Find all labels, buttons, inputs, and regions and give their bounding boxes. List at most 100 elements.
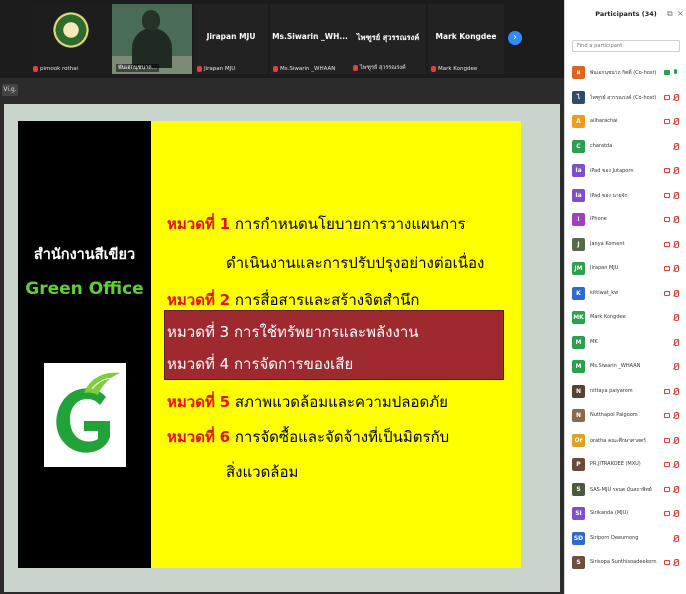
participant-row[interactable]: SD Siriporn Deeumong bbox=[565, 527, 686, 552]
person-head bbox=[142, 10, 160, 30]
participant-row[interactable]: IiPhone bbox=[565, 208, 686, 233]
participant-row[interactable]: Ccharatda bbox=[565, 135, 686, 160]
mic-muted-icon bbox=[672, 436, 679, 445]
avatar: JM bbox=[572, 262, 585, 275]
category-number: 5 bbox=[219, 393, 231, 411]
category-1-continued: ดำเนินงานและการปรับปรุงอย่างต่อเนื่อง bbox=[226, 254, 485, 272]
category-number: 2 bbox=[219, 291, 231, 309]
video-off-icon bbox=[664, 192, 670, 198]
popout-icon[interactable]: ⧉ bbox=[667, 9, 673, 19]
close-icon[interactable]: × bbox=[677, 9, 684, 18]
participant-row[interactable]: ไ ไพฑูรย์ สุวรรณรงค์ (Co-host) bbox=[565, 86, 686, 111]
tile-name: Mark Kongdee bbox=[435, 32, 497, 41]
mic-muted-icon bbox=[672, 338, 679, 347]
tile-caption: Jirapan MJU bbox=[197, 66, 235, 72]
participant-row[interactable]: MK Mark Kongdee bbox=[565, 306, 686, 331]
video-tile[interactable]: ไพฑูรย์ สุวรรณรงค์ ไพฑูรย์ สุวรรณรงค์ bbox=[350, 4, 426, 74]
participant-name: oratha คณะศึกษาศาสตร์ bbox=[590, 437, 646, 444]
category-text: การกำหนดนโยบายการวางแผนการ bbox=[234, 215, 466, 233]
mic-muted-icon bbox=[672, 289, 679, 298]
video-off-icon bbox=[664, 217, 670, 222]
mic-muted-icon bbox=[672, 142, 679, 151]
participant-row[interactable]: JM Jirapan MJU bbox=[565, 257, 686, 282]
category-text: การสื่อสารและสร้างจิตสำนึก bbox=[234, 291, 420, 309]
avatar: M bbox=[572, 335, 585, 349]
participant-row[interactable]: Aaiiharachai bbox=[565, 110, 686, 135]
participant-name: MK bbox=[590, 338, 598, 345]
avatar: C bbox=[572, 139, 585, 153]
mic-muted-icon bbox=[672, 559, 679, 567]
mic-muted-icon bbox=[273, 66, 278, 72]
participant-row[interactable]: S Sirisopa Sunthisoadeekorn bbox=[565, 551, 686, 576]
participant-name: iPad ของ Jutaporn bbox=[590, 168, 634, 174]
participant-row[interactable]: Kkittiwat_kw bbox=[565, 282, 686, 307]
participant-name: aiiharachai bbox=[590, 118, 618, 124]
participant-name: PR.JITRAKOEE (MXU) bbox=[590, 461, 641, 467]
category-text: สภาพแวดล้อมและความปลอดภัย bbox=[234, 393, 448, 411]
participant-name: Jirapan MJU bbox=[590, 265, 619, 271]
video-tile[interactable]: Jirapan MJU Jirapan MJU bbox=[194, 4, 268, 74]
avatar: J bbox=[572, 237, 585, 251]
tile-caption: พันเอกนุชนาถ... bbox=[116, 64, 159, 72]
tile-caption: pimook rothai bbox=[33, 66, 78, 72]
avatar: Or bbox=[572, 433, 585, 447]
video-tile[interactable]: Ms.Siwarin _WH... Ms.Siwarin _WHAAN bbox=[270, 4, 350, 74]
view-options-button[interactable]: Vi.g. bbox=[2, 84, 18, 96]
mic-muted-icon bbox=[672, 363, 679, 371]
participant-name: Mark Kongdee bbox=[590, 314, 626, 320]
participant-row[interactable]: S SAS-MJU รจนต มั่นสถาพิทย์ bbox=[565, 478, 686, 503]
participant-name: Sirisopa Sunthisoadeekorn bbox=[590, 559, 657, 565]
tile-caption: Ms.Siwarin _WHAAN bbox=[273, 66, 335, 72]
video-off-icon bbox=[664, 486, 670, 492]
mic-muted-icon bbox=[672, 216, 679, 224]
avatar: ไ bbox=[572, 90, 585, 104]
participant-row[interactable]: N Nutthapol Palgoom bbox=[565, 404, 686, 429]
mic-on-icon bbox=[672, 69, 679, 77]
participant-row[interactable]: P PR.JITRAKOEE (MXU) bbox=[565, 453, 686, 478]
tile-caption-text: Mark Kongdee bbox=[438, 66, 478, 72]
participant-row[interactable]: Ia iPad ของ นายจัก bbox=[565, 184, 686, 209]
video-tile[interactable]: Mark Kongdee Mark Kongdee bbox=[428, 4, 504, 74]
participant-search-input[interactable] bbox=[572, 40, 680, 52]
avatar: A bbox=[572, 115, 585, 128]
green-office-g-icon bbox=[56, 372, 120, 453]
mic-muted-icon bbox=[672, 265, 679, 273]
category-text: การจัดการของเสีย bbox=[233, 355, 354, 373]
filmstrip-next-button[interactable]: › bbox=[508, 31, 522, 45]
slide-office-title-th: สำนักงานสีเขียว bbox=[33, 247, 136, 263]
tile-caption-text: Jirapan MJU bbox=[204, 66, 236, 72]
person-silhouette bbox=[132, 28, 172, 68]
chevron-right-icon: › bbox=[513, 32, 517, 43]
participant-row[interactable]: J Janya Koment bbox=[565, 233, 686, 258]
participant-row[interactable]: SI Sirikanda (MJU) bbox=[565, 502, 686, 527]
participant-row[interactable]: Ia iPad ของ Jutaporn bbox=[565, 159, 686, 184]
avatar: MK bbox=[572, 311, 585, 324]
participant-row[interactable]: M MK bbox=[565, 331, 686, 356]
avatar: S bbox=[572, 482, 585, 496]
slide-office-title-en: Green Office bbox=[25, 279, 144, 299]
category-text: การใช้ทรัพยากรและพลังงาน bbox=[233, 323, 419, 341]
participant-row[interactable]: M Ms.Siwarin _WHAAN bbox=[565, 355, 686, 380]
category-number: 1 bbox=[219, 215, 231, 233]
mic-muted-icon bbox=[672, 118, 679, 126]
mic-muted-icon bbox=[672, 485, 679, 494]
mic-muted-icon bbox=[197, 66, 202, 72]
video-off-icon bbox=[664, 119, 670, 124]
participant-name: SAS-MJU รจนต มั่นสถาพิทย์ bbox=[590, 486, 652, 493]
participant-row[interactable]: Or oratha คณะศึกษาศาสตร์ bbox=[565, 429, 686, 454]
participant-name: iPad ของ นายจัก bbox=[590, 192, 628, 199]
avatar: P bbox=[572, 458, 585, 471]
video-tile[interactable]: pimook rothai bbox=[30, 4, 112, 74]
participant-row[interactable]: ผ พันเอกนุชนาถ กิตติ์ (Co-host) bbox=[565, 61, 686, 86]
participant-name: พันเอกนุชนาถ กิตติ์ (Co-host) bbox=[590, 70, 657, 76]
video-off-icon bbox=[664, 511, 670, 516]
mic-muted-icon bbox=[672, 240, 679, 249]
avatar: Ia bbox=[572, 164, 585, 177]
participant-name: iPhone bbox=[590, 216, 607, 222]
mic-muted-icon bbox=[431, 66, 436, 72]
avatar: I bbox=[572, 213, 585, 226]
video-tile-active[interactable]: พันเอกนุชนาถ... bbox=[112, 4, 192, 74]
participant-row[interactable]: Nnittaya paiyarom bbox=[565, 380, 686, 405]
video-off-icon bbox=[664, 560, 670, 565]
mic-muted-icon bbox=[672, 534, 679, 543]
